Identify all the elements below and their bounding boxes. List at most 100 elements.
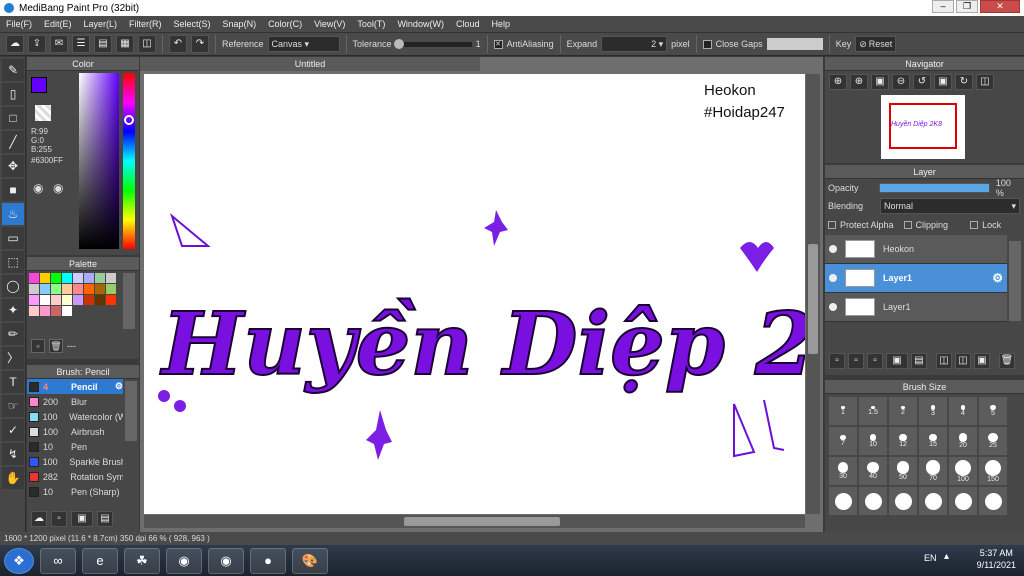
palette-swatch[interactable] xyxy=(29,273,39,283)
cloud-brush-icon[interactable]: ☁ xyxy=(31,511,47,527)
flip-icon[interactable]: ◫ xyxy=(976,74,994,90)
language-indicator[interactable]: EN xyxy=(924,553,937,563)
upload-icon[interactable]: ⇪ xyxy=(28,35,46,53)
app-icon[interactable]: ☘ xyxy=(124,547,160,574)
brush-item[interactable]: 10 Pen (Sharp) xyxy=(27,484,123,499)
close-button[interactable]: ✕ xyxy=(980,0,1020,13)
maximize-button[interactable]: ❐ xyxy=(956,0,978,13)
chat-icon[interactable]: ☰ xyxy=(72,35,90,53)
zalo-icon[interactable]: ● xyxy=(250,547,286,574)
vertical-scroll-thumb[interactable] xyxy=(808,244,818,354)
canvas-paper[interactable]: Heokon #Hoidap247 Huyền Diệp 2K8 xyxy=(144,74,805,514)
brush-size-cell[interactable]: 5 xyxy=(979,397,1007,425)
layer-mask-icon[interactable]: ▣ xyxy=(974,353,990,369)
zoom-in-icon[interactable]: ⊕ xyxy=(850,74,868,90)
visual-studio-icon[interactable]: ∞ xyxy=(40,547,76,574)
palette-swatch[interactable] xyxy=(73,273,83,283)
menu-layer[interactable]: Layer(L) xyxy=(84,19,118,29)
brush-item[interactable]: 100 Watercolor (W xyxy=(27,409,123,424)
move-tool-icon[interactable]: ✥ xyxy=(2,155,24,177)
zoom-out-icon[interactable]: ⊖ xyxy=(892,74,910,90)
brush-settings-icon[interactable]: ▤ xyxy=(97,511,113,527)
select-eraser-icon[interactable]: 〉 xyxy=(2,347,24,369)
palette-swatch[interactable] xyxy=(40,306,50,316)
gear-icon[interactable]: ⚙ xyxy=(992,271,1003,285)
brush-size-cell[interactable]: 10 xyxy=(859,427,887,455)
brush-item[interactable]: 282 Rotation Sym xyxy=(27,469,123,484)
layers-icon[interactable]: ◫ xyxy=(138,35,156,53)
antialias-checkbox[interactable]: ✕ xyxy=(493,39,503,49)
magic-wand-icon[interactable]: ✦ xyxy=(2,299,24,321)
menu-cloud[interactable]: Cloud xyxy=(456,19,480,29)
line-tool-icon[interactable]: ╱ xyxy=(2,131,24,153)
reference-select[interactable]: Canvas ▾ xyxy=(267,36,340,52)
primary-color-swatch[interactable] xyxy=(31,77,47,93)
palette-swatch[interactable] xyxy=(106,284,116,294)
add-brush-icon[interactable]: ▣ xyxy=(71,511,93,527)
palette-swatch[interactable] xyxy=(84,273,94,283)
dropper-icon[interactable]: ↯ xyxy=(2,443,24,465)
document-tab[interactable]: Untitled xyxy=(140,57,480,71)
brush-size-cell[interactable] xyxy=(889,487,917,515)
internet-explorer-icon[interactable]: e xyxy=(82,547,118,574)
brush-size-cell[interactable]: 1 xyxy=(829,397,857,425)
chrome-icon[interactable]: ◉ xyxy=(166,547,202,574)
merge-down-icon[interactable]: ◫ xyxy=(955,353,971,369)
lasso-tool-icon[interactable]: ◯ xyxy=(2,275,24,297)
palette-swatch[interactable] xyxy=(51,284,61,294)
add-layer-menu-icon[interactable]: ▣ xyxy=(886,353,908,369)
palette-swatch[interactable] xyxy=(29,284,39,294)
palette-swatch[interactable] xyxy=(51,306,61,316)
transparent-swatch[interactable] xyxy=(35,105,51,121)
operation-tool-icon[interactable]: ☞ xyxy=(2,395,24,417)
tolerance-slider[interactable] xyxy=(393,38,472,49)
menu-edit[interactable]: Edit(E) xyxy=(44,19,72,29)
brush-size-cell[interactable]: 30 xyxy=(829,457,857,485)
palette-swatch[interactable] xyxy=(40,295,50,305)
expand-input[interactable]: 2 ▾ xyxy=(601,36,668,52)
palette-swatch[interactable] xyxy=(29,295,39,305)
brush-size-cell[interactable] xyxy=(829,487,857,515)
palette-icon[interactable]: ◉ xyxy=(33,181,43,195)
palette-swatch[interactable] xyxy=(73,295,83,305)
zoom-in-icon[interactable]: ⊕ xyxy=(829,74,847,90)
brush-size-cell[interactable]: 15 xyxy=(919,427,947,455)
protect-alpha-checkbox[interactable] xyxy=(828,221,836,229)
palette-swatch[interactable] xyxy=(51,273,61,283)
brush-item[interactable]: 100 Airbrush xyxy=(27,424,123,439)
menu-color[interactable]: Color(C) xyxy=(268,19,302,29)
menu-view[interactable]: View(V) xyxy=(314,19,345,29)
brush-size-cell[interactable]: 1.5 xyxy=(859,397,887,425)
bucket-tool-icon[interactable]: ♨ xyxy=(2,203,24,225)
menu-filter[interactable]: Filter(R) xyxy=(129,19,162,29)
menu-help[interactable]: Help xyxy=(491,19,510,29)
brush-tool-icon[interactable]: ✎ xyxy=(2,59,24,81)
duplicate-layer-icon[interactable]: ◫ xyxy=(936,353,952,369)
layer-scrollbar[interactable] xyxy=(1009,241,1021,321)
brush-item[interactable]: 100 Sparkle Brush xyxy=(27,454,123,469)
opacity-slider[interactable] xyxy=(879,183,990,193)
hue-handle[interactable] xyxy=(124,115,134,125)
brush-item[interactable]: 10 Pen xyxy=(27,439,123,454)
comment-icon[interactable]: ✉ xyxy=(50,35,68,53)
palette-swatch[interactable] xyxy=(40,284,50,294)
brush-size-cell[interactable]: 50 xyxy=(889,457,917,485)
palette-swatch[interactable] xyxy=(106,273,116,283)
brush-size-cell[interactable]: 7 xyxy=(829,427,857,455)
palette-swatch[interactable] xyxy=(51,295,61,305)
palette-swatch[interactable] xyxy=(73,284,83,294)
navigator-preview[interactable]: Huyền Diệp 2K8 xyxy=(881,95,965,159)
tray-chevron-icon[interactable]: ▴ xyxy=(944,551,949,562)
saturation-value-picker[interactable] xyxy=(79,73,119,249)
palette-swatch[interactable] xyxy=(84,284,94,294)
palette-swatch[interactable] xyxy=(62,284,72,294)
text-tool-icon[interactable]: T xyxy=(2,371,24,393)
palette-swatch[interactable] xyxy=(62,273,72,283)
brush-size-cell[interactable] xyxy=(919,487,947,515)
brush-size-cell[interactable] xyxy=(979,487,1007,515)
rotate-left-icon[interactable]: ↺ xyxy=(913,74,931,90)
brush-size-cell[interactable]: 25 xyxy=(979,427,1007,455)
layer-row[interactable]: Heokon xyxy=(825,235,1007,264)
palette-swatch[interactable] xyxy=(84,295,94,305)
new-palette-icon[interactable]: ▫ xyxy=(31,339,45,353)
